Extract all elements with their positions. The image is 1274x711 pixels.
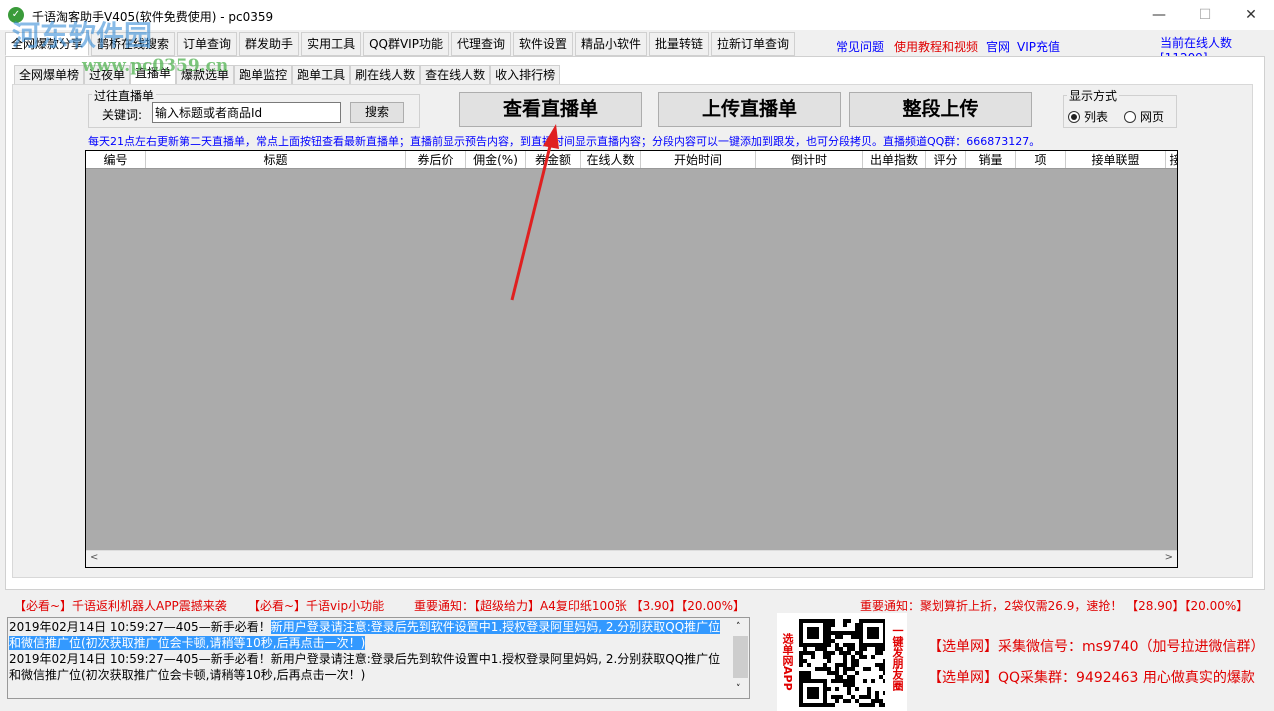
column-header[interactable]: 标题	[146, 151, 406, 168]
qq-promo: 【选单网】QQ采集群：9492463 用心做真实的爆款	[928, 670, 1255, 686]
app-icon: ✓	[8, 7, 24, 23]
column-header[interactable]: 佣金(%)	[466, 151, 526, 168]
sub-tabs: 全网爆单榜 过夜单 直播单 爆款选单 跑单监控 跑单工具 刷在线人数 查在线人数 收入排行榜	[14, 63, 561, 85]
window-title: 千语淘客助手V405(软件免费使用) - pc0359	[32, 10, 274, 24]
scroll-left-icon[interactable]: <	[90, 552, 98, 563]
notice-important-1[interactable]: 重要通知：【超级给力】A4复印纸100张 【3.90】【20.00%】	[414, 597, 745, 614]
sub-tab[interactable]: 过夜单	[84, 65, 131, 85]
scroll-right-icon[interactable]: >	[1165, 552, 1173, 563]
column-header[interactable]: 销量	[966, 151, 1016, 168]
upload-live-list-button[interactable]: 上传直播单	[658, 92, 841, 127]
notice-app[interactable]: 【必看~】千语返利机器人APP震撼来袭	[14, 597, 227, 614]
past-live-group-label: 过往直播单	[92, 87, 157, 104]
horizontal-scrollbar[interactable]: < >	[86, 550, 1177, 567]
column-header[interactable]: 评分	[926, 151, 966, 168]
menu-tab[interactable]: 代理查询	[450, 32, 511, 56]
column-header[interactable]: 出单指数	[863, 151, 926, 168]
close-button[interactable]: ✕	[1228, 0, 1274, 30]
scroll-up-icon[interactable]: ˄	[736, 619, 741, 635]
menu-tab[interactable]: 实用工具	[301, 32, 362, 56]
sub-tab[interactable]: 直播单	[130, 63, 177, 85]
notice-vip[interactable]: 【必看~】千语vip小功能	[248, 597, 384, 614]
qr-right-text: 一键发朋友圈	[891, 625, 904, 691]
menu-tab[interactable]: 精品小软件	[575, 32, 648, 56]
column-header[interactable]: 接单联盟	[1066, 151, 1166, 168]
log-line-2: 2019年02月14日 10:59:27—405—新手必看！新用户登录请注意:登…	[9, 652, 721, 682]
column-header[interactable]: 开始时间	[641, 151, 756, 168]
log-line-1-prefix: 2019年02月14日 10:59:27—405—新手必看！	[9, 620, 271, 634]
sub-tab[interactable]: 收入排行榜	[490, 65, 561, 85]
radio-list-label: 列表	[1084, 110, 1109, 124]
scroll-down-icon[interactable]: ˅	[736, 681, 741, 697]
menu-tab[interactable]: 鹊桥在线搜索	[91, 32, 176, 56]
notice-important-2[interactable]: 重要通知：聚划算折上折，2袋仅需26.9，速抢！ 【28.90】【20.00%】	[860, 597, 1248, 614]
radio-web[interactable]: 网页	[1124, 108, 1164, 125]
maximize-button[interactable]: ☐	[1182, 0, 1228, 30]
menu-tab[interactable]: 订单查询	[177, 32, 238, 56]
menu-tab[interactable]: QQ群VIP功能	[363, 32, 449, 56]
live-list-table[interactable]: 编号标题券后价佣金(%)券金额在线人数开始时间倒计时出单指数评分销量项接单联盟接…	[85, 150, 1178, 568]
main-menu-tabs: 全网爆款分享 鹊桥在线搜索 订单查询 群发助手 实用工具 QQ群VIP功能 代理查询 软件设置…	[5, 32, 797, 56]
sub-tab[interactable]: 全网爆单榜	[14, 65, 85, 85]
column-header[interactable]: 编号	[86, 151, 146, 168]
sub-tab[interactable]: 跑单监控	[234, 65, 293, 85]
qr-code-image: 选单网APP 一键发朋友圈	[777, 613, 907, 711]
display-mode-label: 显示方式	[1067, 87, 1120, 104]
qr-code-icon	[799, 619, 885, 707]
view-live-list-button[interactable]: 查看直播单	[459, 92, 642, 127]
radio-list[interactable]: 列表	[1068, 108, 1108, 125]
keyword-input[interactable]	[152, 102, 341, 123]
title-bar: ✓ 千语淘客助手V405(软件免费使用) - pc0359 — ☐ ✕	[0, 0, 1274, 30]
sub-tab[interactable]: 刷在线人数	[350, 65, 421, 85]
search-button[interactable]: 搜索	[350, 102, 404, 123]
keyword-label: 关键词:	[102, 108, 143, 122]
faq-link[interactable]: 常见问题	[836, 38, 884, 55]
tutorial-link[interactable]: 使用教程和视频	[894, 38, 978, 55]
log-textbox[interactable]: 2019年02月14日 10:59:27—405—新手必看！新用户登录请注意:登…	[7, 617, 750, 699]
menu-tab[interactable]: 拉新订单查询	[711, 32, 796, 56]
vertical-scrollbar[interactable]: ˄ ˅	[732, 618, 749, 698]
sub-tab[interactable]: 查在线人数	[420, 65, 491, 85]
sub-tab[interactable]: 跑单工具	[292, 65, 351, 85]
column-header[interactable]: 接	[1166, 151, 1177, 168]
column-header[interactable]: 项	[1016, 151, 1066, 168]
menu-tab[interactable]: 群发助手	[239, 32, 300, 56]
wechat-promo: 【选单网】采集微信号：ms9740（加号拉进微信群）	[928, 639, 1265, 655]
official-site-link[interactable]: 官网	[986, 38, 1010, 55]
radio-web-label: 网页	[1140, 110, 1165, 124]
segment-upload-button[interactable]: 整段上传	[849, 92, 1032, 127]
minimize-button[interactable]: —	[1136, 0, 1182, 30]
column-header[interactable]: 券金额	[526, 151, 581, 168]
vip-recharge-link[interactable]: VIP充值	[1017, 38, 1060, 55]
qr-left-text: 选单网APP	[781, 633, 794, 691]
menu-tab[interactable]: 批量转链	[649, 32, 710, 56]
menu-tab[interactable]: 软件设置	[512, 32, 573, 56]
sub-tab[interactable]: 爆款选单	[176, 65, 235, 85]
scroll-thumb[interactable]	[733, 636, 748, 678]
table-header: 编号标题券后价佣金(%)券金额在线人数开始时间倒计时出单指数评分销量项接单联盟接	[86, 151, 1177, 169]
column-header[interactable]: 在线人数	[581, 151, 641, 168]
info-note: 每天21点左右更新第二天直播单，常点上面按钮查看最新直播单；直播前显示预告内容，…	[88, 135, 1041, 148]
menu-tab[interactable]: 全网爆款分享	[5, 32, 90, 56]
column-header[interactable]: 倒计时	[756, 151, 863, 168]
column-header[interactable]: 券后价	[406, 151, 466, 168]
